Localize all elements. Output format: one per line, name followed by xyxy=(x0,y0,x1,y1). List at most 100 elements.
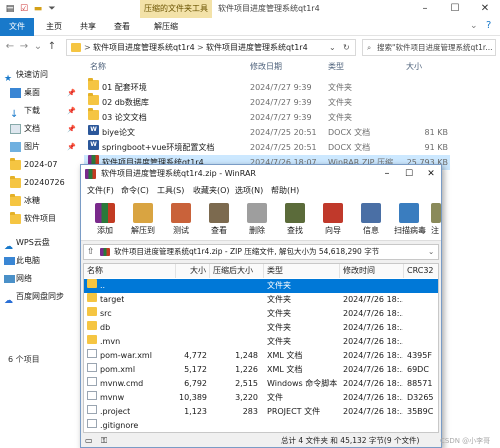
maximize-button[interactable]: ☐ xyxy=(440,0,470,18)
wizard-button[interactable]: 向导 xyxy=(313,201,353,239)
nav-item-2024-07[interactable]: 2024-07 xyxy=(0,156,80,174)
archive-row[interactable]: db 文件夹 2024/7/26 18:... xyxy=(84,321,438,335)
archive-summary: 总计 4 文件夹 和 45,132 字节(9 个文件) xyxy=(281,436,420,445)
menu-tools[interactable]: 工具(S) xyxy=(157,183,184,199)
nav-item-downloads[interactable]: ↓ 下载 📌 xyxy=(0,102,80,120)
archive-item-modified: 2024/7/26 18:... xyxy=(343,379,403,388)
archive-column-size[interactable]: 大小 xyxy=(176,264,210,278)
file-row[interactable]: W biye论文 2024/7/25 20:51 DOCX 文档 81 KB xyxy=(84,125,450,140)
winrar-toolbar: 添加 解压到 测试 查看 删除 查找 向导 信息 扫描病毒 注 xyxy=(81,199,441,241)
column-header-name[interactable]: 名称 xyxy=(90,58,106,76)
archive-row[interactable]: target 文件夹 2024/7/26 18:... xyxy=(84,293,438,307)
tab-share[interactable]: 共享 xyxy=(72,18,104,36)
winrar-maximize-button[interactable]: ☐ xyxy=(399,165,419,183)
archive-row[interactable]: pom-war.xml 4,772 1,248 XML 文档 2024/7/26… xyxy=(84,349,438,363)
info-button[interactable]: 信息 xyxy=(351,201,391,239)
add-button[interactable]: 添加 xyxy=(85,201,125,239)
refresh-icon[interactable]: ↻ xyxy=(343,40,350,55)
back-icon[interactable]: ← xyxy=(4,41,16,52)
tab-view[interactable]: 查看 xyxy=(106,18,138,36)
file-row[interactable]: 02 db数据库 2024/7/27 9:39 文件夹 xyxy=(84,93,450,110)
forward-icon[interactable]: → xyxy=(18,41,30,52)
search-input[interactable]: ⌕ 搜索"软件项目进度管理系统qt1r... xyxy=(362,39,496,56)
tab-file[interactable]: 文件 xyxy=(0,18,34,36)
tab-extract[interactable]: 解压缩 xyxy=(146,18,186,36)
archive-item-size: 10,389 xyxy=(179,393,207,402)
comment-icon xyxy=(431,203,441,223)
winrar-close-button[interactable]: ✕ xyxy=(421,165,441,183)
quick-folder-icon[interactable]: ▬ xyxy=(32,3,44,15)
nav-item-network[interactable]: 网络 xyxy=(0,270,80,288)
extract-to-button[interactable]: 解压到 xyxy=(123,201,163,239)
nav-item-quick-access[interactable]: ★ 快速访问 xyxy=(0,66,80,84)
archive-item-modified: 2024/7/26 18:... xyxy=(343,309,403,318)
address-dropdown-icon[interactable]: ⌄ xyxy=(329,40,336,55)
test-button[interactable]: 测试 xyxy=(161,201,201,239)
ribbon-expand-icon[interactable]: ⌄ xyxy=(470,21,478,31)
toolbar-label: 注 xyxy=(431,226,439,235)
minimize-button[interactable]: – xyxy=(410,0,440,18)
column-header-type[interactable]: 类型 xyxy=(328,58,344,76)
menu-help[interactable]: 帮助(H) xyxy=(271,183,299,199)
quick-access-dropdown-icon[interactable]: ⏷ xyxy=(46,3,58,15)
menu-file[interactable]: 文件(F) xyxy=(87,183,114,199)
script-file-icon xyxy=(87,377,97,386)
help-icon[interactable]: ? xyxy=(486,20,491,31)
archive-row[interactable]: src 文件夹 2024/7/26 18:... xyxy=(84,307,438,321)
archive-row[interactable]: mvnw 10,389 3,220 文件 2024/7/26 18:... D3… xyxy=(84,391,438,405)
scan-virus-button[interactable]: 扫描病毒 xyxy=(389,201,431,239)
up-icon[interactable]: ↑ xyxy=(46,41,58,52)
nav-item-20240726[interactable]: 20240726 xyxy=(0,174,80,192)
archive-row[interactable]: pom.xml 5,172 1,226 XML 文档 2024/7/26 18:… xyxy=(84,363,438,377)
nav-label: 文档 xyxy=(24,124,40,133)
archive-column-packed[interactable]: 压缩后大小 xyxy=(210,264,264,278)
folder-icon xyxy=(87,307,97,316)
column-header-date[interactable]: 修改日期 xyxy=(250,58,282,76)
archive-row[interactable]: .gitignore xyxy=(84,419,438,432)
archive-row[interactable]: .project 1,123 283 PROJECT 文件 2024/7/26 … xyxy=(84,405,438,419)
navigation-pane: ★ 快速访问 桌面 📌 ↓ 下载 📌 文档 📌 图片 📌 2024-07 202… xyxy=(0,58,80,348)
archive-row[interactable]: .mvn 文件夹 2024/7/26 18:... xyxy=(84,335,438,349)
menu-options[interactable]: 选项(N) xyxy=(235,183,263,199)
comment-button[interactable]: 注 xyxy=(431,201,443,239)
folder-icon xyxy=(87,279,97,288)
toolbar-label: 解压到 xyxy=(131,226,155,235)
nav-item-documents[interactable]: 文档 📌 xyxy=(0,120,80,138)
history-dropdown-icon[interactable]: ⌄ xyxy=(32,41,44,52)
nav-item-software-project[interactable]: 软件项目 xyxy=(0,210,80,228)
file-row[interactable]: W springboot+vue环境配置文档 2024/7/25 20:51 D… xyxy=(84,140,450,155)
file-row[interactable]: 03 论文文档 2024/7/27 9:39 文件夹 xyxy=(84,108,450,125)
tab-home[interactable]: 主页 xyxy=(38,18,70,36)
delete-button[interactable]: 删除 xyxy=(237,201,277,239)
archive-row[interactable]: mvnw.cmd 6,792 2,515 Windows 命令脚本 2024/7… xyxy=(84,377,438,391)
file-row[interactable]: 01 配套环境 2024/7/27 9:39 文件夹 xyxy=(84,78,450,95)
quick-access-checkbox-icon[interactable]: ☑ xyxy=(18,3,30,15)
nav-item-wps-cloud[interactable]: ☁ WPS云盘 xyxy=(0,234,80,252)
archive-column-modified[interactable]: 修改时间 xyxy=(340,264,404,278)
nav-item-this-pc[interactable]: 此电脑 xyxy=(0,252,80,270)
archive-column-crc[interactable]: CRC32 xyxy=(404,264,438,278)
toolbar-label: 删除 xyxy=(249,226,265,235)
breadcrumb-item[interactable]: 软件项目进度管理系统qt1r4 xyxy=(206,40,308,55)
view-button[interactable]: 查看 xyxy=(199,201,239,239)
archive-item-size: 5,172 xyxy=(184,365,207,374)
menu-favorites[interactable]: 收藏夹(O) xyxy=(193,183,230,199)
column-header-size[interactable]: 大小 xyxy=(406,58,422,76)
nav-item-desktop[interactable]: 桌面 📌 xyxy=(0,84,80,102)
address-bar[interactable]: > 软件项目进度管理系统qt1r4 > 软件项目进度管理系统qt1r4 ⌄ ↻ xyxy=(66,39,356,56)
menu-commands[interactable]: 命令(C) xyxy=(121,183,149,199)
winrar-path-bar[interactable]: ⇧ 软件项目进度管理系统qt1r4.zip - ZIP 压缩文件, 解包大小为 … xyxy=(83,244,439,260)
close-button[interactable]: ✕ xyxy=(470,0,500,18)
file-type: 文件夹 xyxy=(328,83,352,92)
find-button[interactable]: 查找 xyxy=(275,201,315,239)
winrar-minimize-button[interactable]: – xyxy=(377,165,397,183)
up-folder-icon[interactable]: ⇧ xyxy=(87,245,95,259)
nav-item-pictures[interactable]: 图片 📌 xyxy=(0,138,80,156)
breadcrumb-item[interactable]: 软件项目进度管理系统qt1r4 xyxy=(93,40,195,55)
path-dropdown-icon[interactable]: ⌄ xyxy=(428,245,434,259)
archive-row-parent[interactable]: .. 文件夹 xyxy=(84,279,438,293)
archive-column-type[interactable]: 类型 xyxy=(264,264,340,278)
nav-item-baidu-sync[interactable]: ☁ 百度网盘同步 xyxy=(0,288,80,306)
nav-item-bingtang[interactable]: 冰糖 xyxy=(0,192,80,210)
archive-column-name[interactable]: 名称 xyxy=(84,264,176,278)
